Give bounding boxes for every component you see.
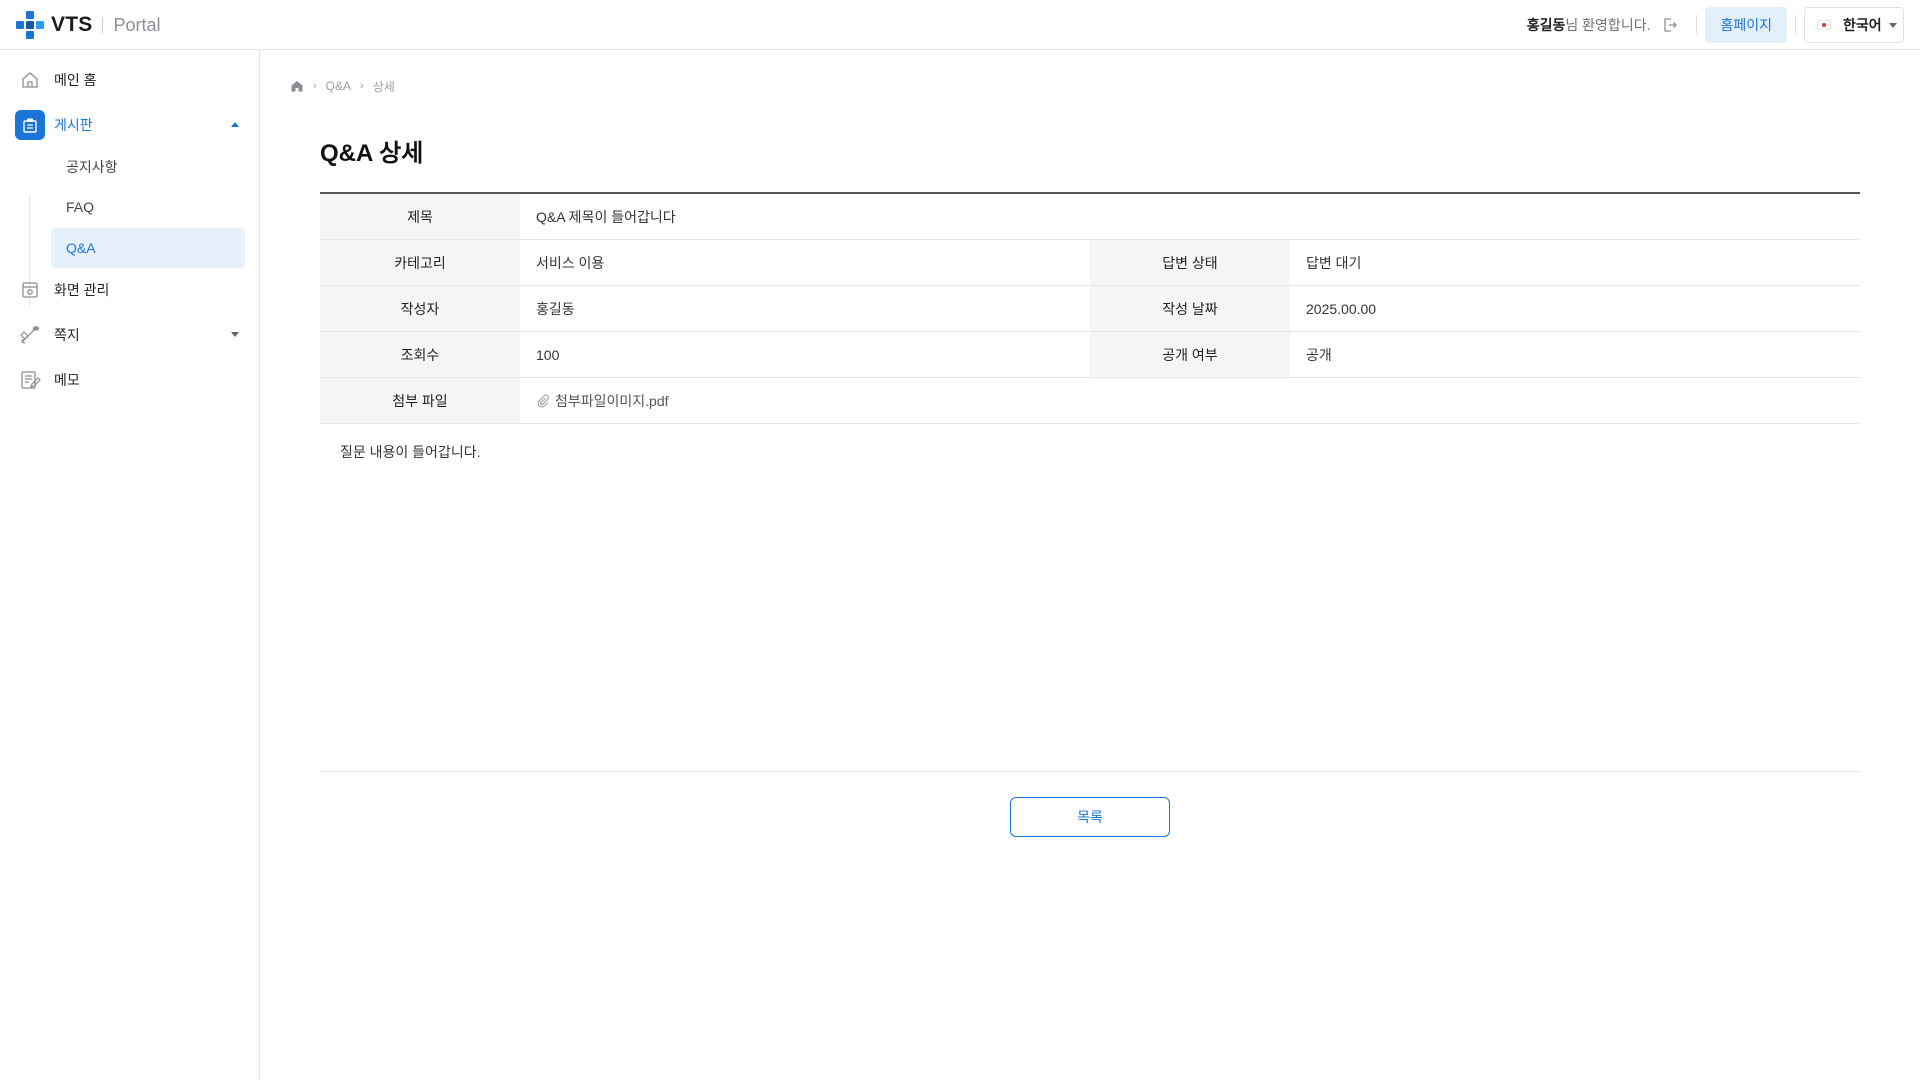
memo-icon xyxy=(15,365,45,395)
header-divider xyxy=(1795,15,1796,35)
screen-manage-icon xyxy=(15,275,45,305)
welcome-message: 홍길동님 환영합니다. xyxy=(1527,15,1651,35)
sidebar-subitem-faq[interactable]: FAQ xyxy=(51,187,245,227)
header-divider xyxy=(1696,15,1698,35)
chevron-right-icon: › xyxy=(313,80,317,92)
list-button[interactable]: 목록 xyxy=(1010,797,1170,837)
message-icon xyxy=(15,320,45,350)
sidebar-subitem-notice[interactable]: 공지사항 xyxy=(51,147,245,187)
logo-mark-icon xyxy=(16,11,44,39)
breadcrumb-item-detail: 상세 xyxy=(372,79,395,94)
detail-table: 제목 Q&A 제목이 들어갑니다 카테고리 서비스 이용 답변 상태 답변 대기… xyxy=(320,192,1860,424)
sidebar-item-memo[interactable]: 메모 xyxy=(15,365,245,395)
top-header: VTS Portal 홍길동님 환영합니다. 홈페이지 한국어 xyxy=(0,0,1920,50)
sidebar-item-label: 메인 홈 xyxy=(54,72,97,88)
chevron-right-icon: › xyxy=(360,80,364,92)
language-select[interactable]: 한국어 xyxy=(1804,7,1904,43)
home-icon xyxy=(15,65,45,95)
answer-status-label: 답변 상태 xyxy=(1090,240,1290,285)
sidebar-item-label: 쪽지 xyxy=(54,327,80,343)
logo-portal-text: Portal xyxy=(113,14,161,35)
date-value: 2025.00.00 xyxy=(1306,300,1377,317)
attachment-label: 첨부 파일 xyxy=(320,378,520,423)
chevron-down-icon xyxy=(1889,23,1897,28)
korea-flag-icon xyxy=(1817,20,1831,30)
breadcrumb-item-qna[interactable]: Q&A xyxy=(326,79,351,93)
sidebar-item-main-home[interactable]: 메인 홈 xyxy=(15,65,245,95)
category-value: 서비스 이용 xyxy=(536,254,605,271)
attachment-cell: 첨부파일이미지.pdf xyxy=(520,378,1860,423)
author-value: 홍길동 xyxy=(536,300,575,317)
welcome-suffix: 님 환영합니다. xyxy=(1565,17,1651,33)
paperclip-icon xyxy=(537,394,549,407)
sidebar-item-label: 메모 xyxy=(54,372,80,388)
author-label: 작성자 xyxy=(320,286,520,331)
table-row: 제목 Q&A 제목이 들어갑니다 xyxy=(320,194,1860,240)
table-row: 작성자 홍길동 작성 날짜 2025.00.00 xyxy=(320,286,1860,332)
logo[interactable]: VTS Portal xyxy=(15,10,160,40)
breadcrumb: › Q&A › 상세 xyxy=(290,78,395,94)
sidebar-item-message[interactable]: 쪽지 xyxy=(15,320,245,350)
logo-text: VTS xyxy=(51,13,93,36)
board-icon xyxy=(15,110,45,140)
table-row: 첨부 파일 첨부파일이미지.pdf xyxy=(320,378,1860,424)
date-label: 작성 날짜 xyxy=(1090,286,1290,331)
sidebar-item-label: 화면 관리 xyxy=(54,282,110,298)
table-row: 조회수 100 공개 여부 공개 xyxy=(320,332,1860,378)
logout-icon[interactable] xyxy=(1662,17,1678,33)
logo-divider xyxy=(102,17,104,33)
homepage-button[interactable]: 홈페이지 xyxy=(1705,7,1787,43)
views-value: 100 xyxy=(536,346,560,363)
answer-status-value: 답변 대기 xyxy=(1306,254,1362,271)
chevron-down-icon[interactable] xyxy=(231,332,239,337)
sidebar: 메인 홈 게시판 공지사항 FAQ Q&A 화면 관리 쪽지 메모 xyxy=(0,50,260,1080)
public-value: 공개 xyxy=(1306,346,1332,363)
views-label: 조회수 xyxy=(320,332,520,377)
table-row: 카테고리 서비스 이용 답변 상태 답변 대기 xyxy=(320,240,1860,286)
user-name: 홍길동 xyxy=(1526,17,1566,33)
sidebar-item-label: 게시판 xyxy=(54,117,93,133)
sidebar-item-screen-manage[interactable]: 화면 관리 xyxy=(15,275,245,305)
home-icon[interactable] xyxy=(290,79,304,93)
title-value: Q&A 제목이 들어갑니다 xyxy=(536,208,676,225)
content-divider xyxy=(320,771,1860,772)
public-label: 공개 여부 xyxy=(1090,332,1290,377)
language-label: 한국어 xyxy=(1843,17,1882,33)
title-label: 제목 xyxy=(320,194,520,239)
attachment-link[interactable]: 첨부파일이미지.pdf xyxy=(555,391,669,411)
question-content: 질문 내용이 들어갑니다. xyxy=(340,444,481,460)
chevron-up-icon[interactable] xyxy=(231,122,239,127)
header-actions: 홍길동님 환영합니다. 홈페이지 한국어 xyxy=(1527,7,1904,43)
category-label: 카테고리 xyxy=(320,240,520,285)
sidebar-subitem-qna[interactable]: Q&A xyxy=(51,228,245,268)
page-title: Q&A 상세 xyxy=(320,140,424,167)
sidebar-item-board[interactable]: 게시판 xyxy=(15,110,245,140)
